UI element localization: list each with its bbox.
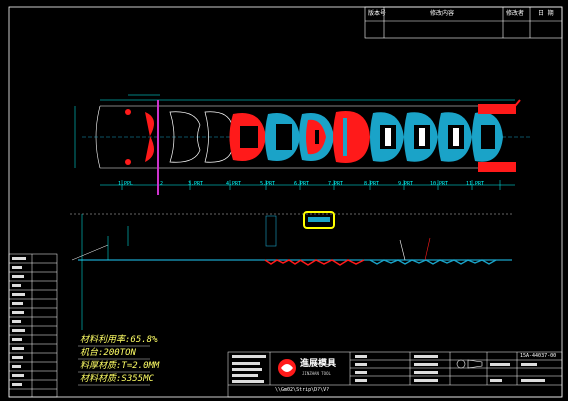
station-label-5: 5.PRT [260,181,276,187]
rev-header-content: 修改内容 [430,10,455,17]
file-path: \\Gm02\Strip\D?\V? [275,387,330,393]
station-11-part [472,112,503,162]
station-5-part [265,112,300,162]
station-10-part [438,112,472,162]
note-material: 材料材质:S355MC [80,374,154,384]
station-label-3: 3.PRT [188,181,204,187]
station-4-part [229,112,266,162]
station-label-4: 4.PRT [226,181,242,187]
station-label-8: 8.PRT [364,181,380,187]
station-8-part [370,112,404,162]
station-label-2: 2 [160,181,164,187]
parameter-table-text [12,257,26,386]
note-material-utilization: 材料利用率:65.8% [80,335,158,345]
station-9-part [404,112,438,162]
rev-header-author: 修改者 [506,10,525,17]
projection-symbol-icon [456,359,483,369]
company-name-en: JINZHAN TOOL [302,371,331,376]
revision-table [364,6,563,39]
station-label-9: 9.PRT [398,181,414,187]
station-label-10: 10.PRT [430,181,449,187]
note-press: 机台:200TON [80,348,136,358]
station-7-part [333,111,370,163]
side-view [70,213,512,330]
logo-mark [278,359,296,377]
note-thickness: 料厚材质:T=2.0MM [80,361,160,371]
company-name: 進展模具 [300,359,337,369]
station-label-7: 7.PRT [328,181,344,187]
station-label-11: 11.PRT [466,181,485,187]
drawing-number: 15A-44037-00 [520,353,557,359]
station-6-part [299,112,334,162]
rev-header-date: 日 期 [538,10,554,17]
highlight-box-content [308,217,330,222]
rev-header-version: 版本号 [368,10,387,17]
station-label-1: 1.PPL [118,181,134,187]
station-label-6: 6.PRT [294,181,310,187]
